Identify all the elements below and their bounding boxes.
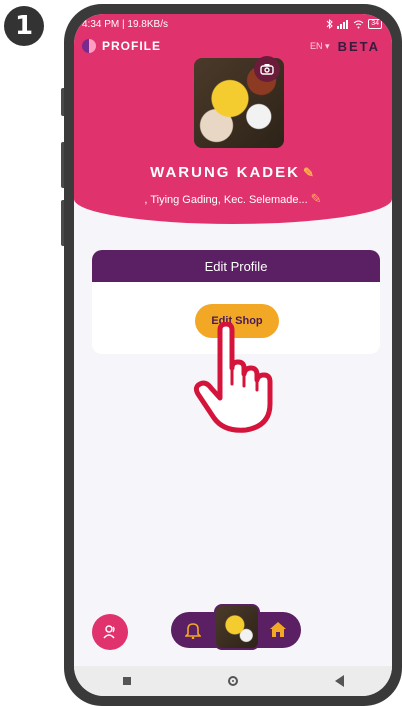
step-number-badge: 1 — [4, 6, 44, 46]
back-icon[interactable] — [334, 675, 344, 687]
chevron-down-icon: ▾ — [325, 40, 330, 51]
camera-icon — [260, 64, 274, 75]
status-time: 4:34 PM | 19.8KB/s — [82, 18, 168, 30]
profile-tab-avatar[interactable] — [214, 604, 260, 650]
status-bar: 4:34 PM | 19.8KB/s 34 — [82, 17, 382, 31]
app-bar-actions: EN ▾ BETA — [310, 39, 380, 54]
profile-header: 4:34 PM | 19.8KB/s 34 PROFILE EN ▾ BETA … — [74, 14, 392, 224]
system-navigation-bar — [74, 666, 392, 696]
home-system-icon[interactable] — [227, 676, 238, 686]
language-selector[interactable]: EN ▾ — [310, 41, 330, 52]
card-title: Edit Profile — [92, 250, 380, 282]
beta-badge: BETA — [337, 38, 380, 54]
shop-name-row: WARUNG KADEK ✎ — [74, 164, 392, 181]
edit-name-pencil-icon[interactable]: ✎ — [303, 165, 316, 180]
home-tab[interactable] — [269, 621, 287, 643]
page-title: PROFILE — [102, 39, 162, 53]
shop-address-row: , Tiying Gading, Kec. Selemade... ✎ — [74, 191, 392, 207]
recent-apps-icon[interactable] — [122, 677, 131, 685]
user-icon — [103, 625, 115, 639]
notifications-tab[interactable] — [184, 621, 202, 644]
bell-icon — [184, 623, 202, 640]
change-photo-button[interactable] — [254, 56, 280, 82]
status-icons: 34 — [326, 19, 382, 29]
shop-name: WARUNG KADEK — [150, 164, 300, 181]
home-icon — [270, 622, 286, 637]
app-logo-icon — [82, 39, 96, 53]
edit-address-pencil-icon[interactable]: ✎ — [311, 191, 322, 206]
shop-address: , Tiying Gading, Kec. Selemade... — [144, 194, 308, 206]
signal-icon — [337, 19, 349, 29]
battery-indicator: 34 — [368, 19, 382, 29]
bluetooth-icon — [326, 19, 333, 29]
language-label: EN — [310, 40, 323, 51]
wifi-icon — [353, 20, 364, 28]
app-bar: PROFILE EN ▾ BETA — [82, 36, 380, 56]
user-fab-button[interactable] — [92, 614, 128, 650]
pointer-hand-icon — [193, 322, 273, 433]
